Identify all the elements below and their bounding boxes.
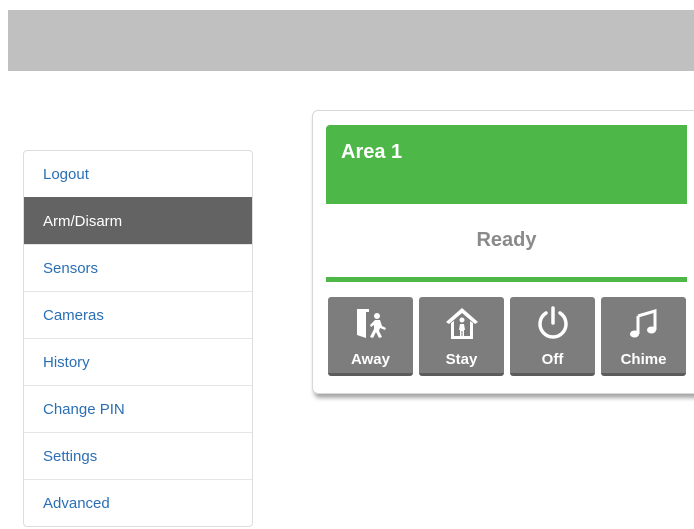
- sidebar-item-advanced[interactable]: Advanced: [24, 479, 252, 526]
- area-panel: Area 1 Ready Away Stay Off Chime: [312, 110, 694, 394]
- sidebar-item-arm-disarm[interactable]: Arm/Disarm: [24, 197, 252, 244]
- sidebar-item-logout[interactable]: Logout: [24, 151, 252, 197]
- status-divider: [326, 277, 687, 282]
- power-icon: [510, 303, 595, 343]
- away-label: Away: [351, 351, 390, 368]
- area-header: Area 1: [326, 125, 687, 204]
- sidebar-item-settings[interactable]: Settings: [24, 432, 252, 479]
- sidebar-item-history[interactable]: History: [24, 338, 252, 385]
- off-button[interactable]: Off: [510, 297, 595, 376]
- stay-label: Stay: [445, 351, 478, 368]
- top-header-bar: [8, 10, 694, 71]
- stay-button[interactable]: Stay: [419, 297, 504, 376]
- chime-button[interactable]: Chime: [601, 297, 686, 376]
- away-button[interactable]: Away: [328, 297, 413, 376]
- house-person-icon: [419, 303, 504, 343]
- sidebar-item-change-pin[interactable]: Change PIN: [24, 385, 252, 432]
- area-status: Ready: [476, 229, 537, 251]
- arm-button-row: Away Stay Off Chime: [328, 297, 694, 376]
- chime-label: Chime: [620, 351, 667, 368]
- area-title: Area 1: [341, 141, 403, 163]
- music-note-icon: [601, 303, 686, 343]
- sidebar-item-cameras[interactable]: Cameras: [24, 291, 252, 338]
- door-walk-icon: [328, 303, 413, 343]
- off-label: Off: [541, 351, 564, 368]
- sidebar-item-sensors[interactable]: Sensors: [24, 244, 252, 291]
- sidebar-nav: Logout Arm/Disarm Sensors Cameras Histor…: [23, 150, 253, 527]
